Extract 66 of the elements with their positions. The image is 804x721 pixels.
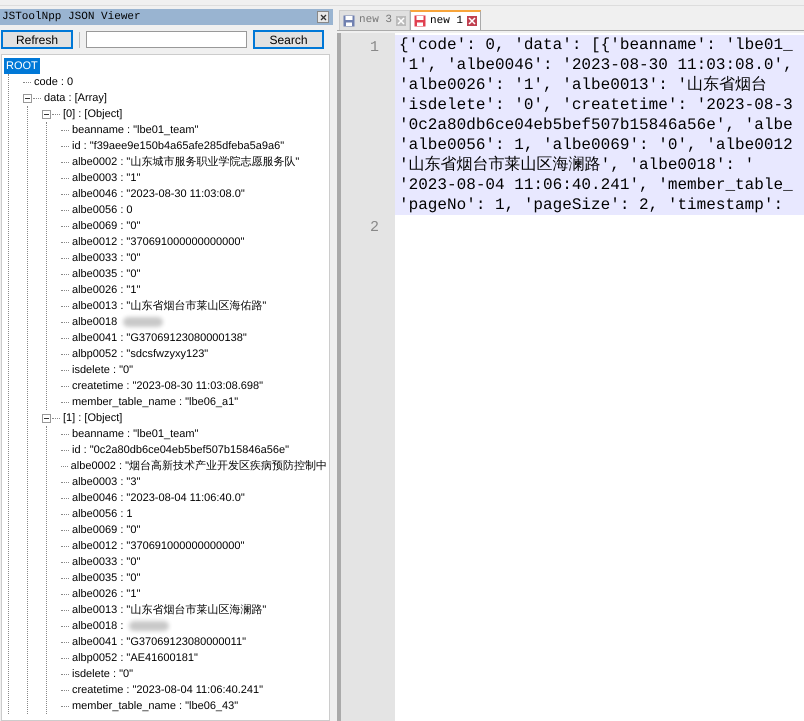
code-text: {'code': 0, 'data': [{'beanname': 'lbe01_ <box>399 35 794 55</box>
code-text: '0c2a80db6ce04eb5bef507b15846a56e', 'albe <box>399 115 794 135</box>
blurred-value-icon <box>129 621 170 631</box>
tree-node[interactable]: albp0052 : "sdcsfwzyxy123" <box>70 346 210 362</box>
tree-node[interactable]: member_table_name : "lbe06_43" <box>70 698 240 714</box>
search-button[interactable]: Search <box>253 30 324 49</box>
tree-node[interactable]: albe0018 : <box>70 618 126 634</box>
tree-node[interactable]: id : "f39aee9e150b4a65afe285dfeba5a9a6" <box>70 138 286 154</box>
line-number: 2 <box>370 219 379 236</box>
tree-node[interactable]: beanname : "lbe01_team" <box>70 426 200 442</box>
search-field[interactable] <box>86 31 247 48</box>
close-button[interactable] <box>317 11 329 23</box>
code-editor[interactable] <box>337 33 804 721</box>
tree-node[interactable]: id : "0c2a80db6ce04eb5bef507b15846a56e" <box>70 442 292 458</box>
code-text: '1', 'albe0046': '2023-08-30 11:03:08.0', <box>399 55 794 75</box>
tree-node[interactable]: data : [Array] <box>42 90 109 106</box>
tree-node[interactable]: albe0035 : "0" <box>70 570 142 586</box>
collapse-toggle-icon[interactable] <box>42 110 51 118</box>
collapse-toggle-icon[interactable] <box>23 94 32 102</box>
tree-node[interactable]: albe0069 : "0" <box>70 218 142 234</box>
code-text: '2023-08-04 11:06:40.241', 'member_table_ <box>399 175 794 195</box>
tree-node[interactable]: albe0035 : "0" <box>70 266 142 282</box>
tree-node[interactable]: isdelete : "0" <box>70 666 136 682</box>
tree-node[interactable]: isdelete : "0" <box>70 362 136 378</box>
tree-node[interactable]: albe0018 <box>70 314 120 330</box>
tree-node[interactable]: albp0052 : "AE41600181" <box>70 650 200 666</box>
tree-node[interactable]: albe0002 : "烟台高新技术产业开发区疾病预防控制中 <box>68 458 329 474</box>
tree-node[interactable]: [1] : [Object] <box>61 410 124 426</box>
tree-node[interactable]: albe0033 : "0" <box>70 554 142 570</box>
code-text: 'albe0026': '1', 'albe0013': '山东省烟台 <box>399 75 768 95</box>
tree-node[interactable]: albe0069 : "0" <box>70 522 142 538</box>
tree-node[interactable]: albe0041 : "G37069123080000138" <box>70 330 249 346</box>
tree-node[interactable]: albe0041 : "G37069123080000011" <box>70 634 248 650</box>
tree-node[interactable]: albe0003 : "3" <box>70 474 142 490</box>
tree-node[interactable]: albe0013 : "山东省烟台市莱山区海佑路" <box>70 298 268 314</box>
close-icon[interactable] <box>467 16 478 26</box>
collapse-toggle-icon[interactable] <box>42 414 51 422</box>
tree-node[interactable]: albe0002 : "山东城市服务职业学院志愿服务队" <box>70 154 302 170</box>
tree-node[interactable]: code : 0 <box>32 74 76 90</box>
tree-node[interactable]: albe0033 : "0" <box>70 250 142 266</box>
tree-node[interactable]: albe0026 : "1" <box>70 282 142 298</box>
panel-title: JSToolNpp JSON Viewer <box>2 10 141 25</box>
tree-node[interactable]: albe0026 : "1" <box>70 586 142 602</box>
line-number: 1 <box>370 39 379 56</box>
tree-node[interactable]: albe0046 : "2023-08-04 11:06:40.0" <box>70 490 247 506</box>
tree-node[interactable]: albe0056 : 1 <box>70 506 135 522</box>
tree-node[interactable]: createtime : "2023-08-30 11:03:08.698" <box>70 378 266 394</box>
code-text: 'albe0056': 1, 'albe0069': '0', 'albe0012 <box>399 135 794 155</box>
blurred-value-icon <box>123 317 164 327</box>
tree-node[interactable]: beanname : "lbe01_team" <box>70 122 200 138</box>
tree-node[interactable]: ROOT <box>4 58 40 74</box>
tree-node[interactable]: [0] : [Object] <box>61 106 124 122</box>
tree-node[interactable]: albe0012 : "370691000000000000" <box>70 538 246 554</box>
tree-node[interactable]: albe0012 : "370691000000000000" <box>70 234 246 250</box>
editor-tab[interactable]: new 1 <box>410 10 482 30</box>
tree-node[interactable]: albe0056 : 0 <box>70 202 135 218</box>
close-icon <box>320 14 326 20</box>
tree-node[interactable]: albe0013 : "山东省烟台市莱山区海澜路" <box>70 602 268 618</box>
tree-node[interactable]: member_table_name : "lbe06_a1" <box>70 394 240 410</box>
tree-node[interactable]: createtime : "2023-08-04 11:06:40.241" <box>70 682 266 698</box>
code-text: '山东省烟台市莱山区海澜路', 'albe0018': ' <box>399 155 756 175</box>
tree-node[interactable]: albe0003 : "1" <box>70 170 142 186</box>
tree-node[interactable]: albe0046 : "2023-08-30 11:03:08.0" <box>70 186 247 202</box>
code-text: 'isdelete': '0', 'createtime': '2023-08-3 <box>399 95 794 115</box>
code-text: 'pageNo': 1, 'pageSize': 2, 'timestamp': <box>399 195 784 215</box>
refresh-button[interactable]: Refresh <box>1 30 73 49</box>
